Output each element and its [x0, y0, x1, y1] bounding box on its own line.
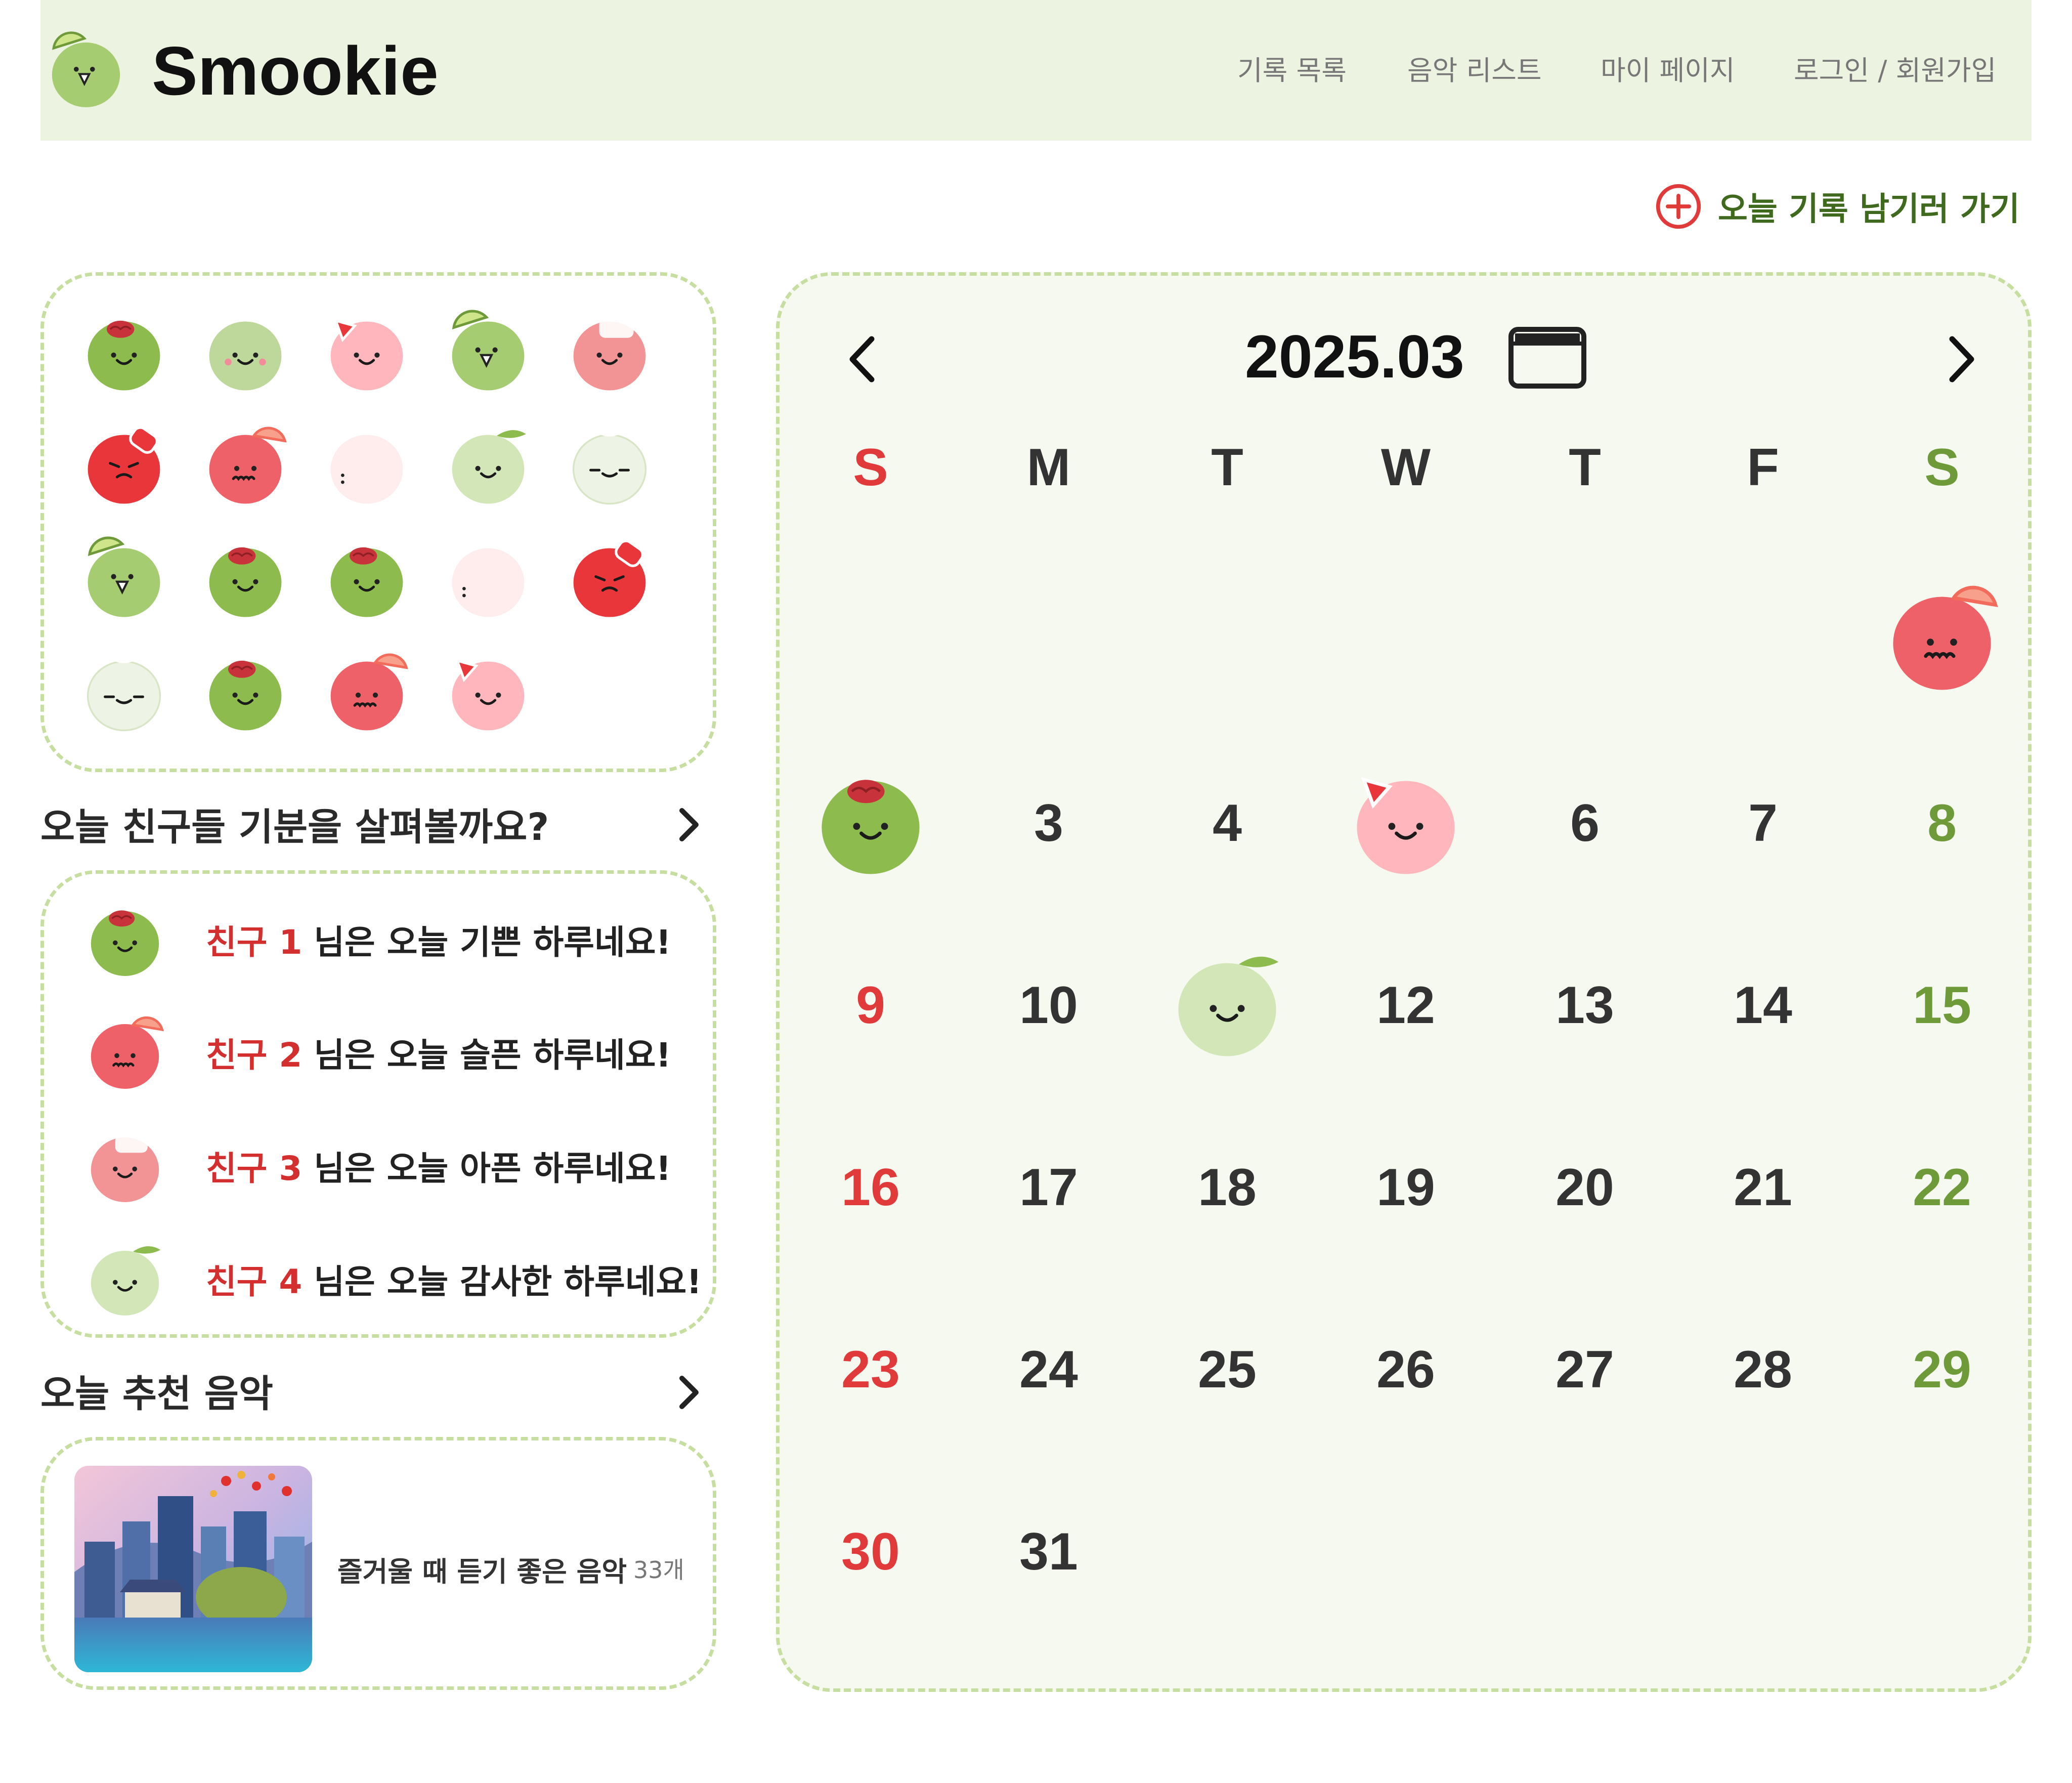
calendar-day-19[interactable]: 19 [1345, 1157, 1466, 1218]
weekday-header: S [853, 438, 888, 497]
calendar-day-29[interactable]: 29 [1881, 1339, 2003, 1400]
weekday-header: F [1747, 438, 1779, 497]
nav-music-list[interactable]: 음악 리스트 [1407, 51, 1542, 91]
friend-mood-text: 님은 오늘 기쁜 하루네요! [302, 923, 671, 962]
day-5-mood-strawberry-icon[interactable] [1348, 763, 1464, 880]
calendar-day-23[interactable]: 23 [810, 1339, 931, 1400]
calendar-day-10[interactable]: 10 [988, 975, 1109, 1036]
friends-mood-panel: 친구 1 님은 오늘 기쁜 하루네요! 친구 2 님은 오늘 슬픈 하루네요! … [40, 870, 716, 1338]
friend-row[interactable]: 친구 1 님은 오늘 기쁜 하루네요! [84, 897, 671, 983]
calendar-day-3[interactable]: 3 [988, 793, 1109, 854]
mood-peaceful-icon[interactable] [567, 422, 653, 508]
calendar-day-18[interactable]: 18 [1167, 1157, 1288, 1218]
add-record-label: 오늘 기록 남기러 가기 [1718, 191, 2020, 228]
nav-login-signup[interactable]: 로그인 / 회원가입 [1794, 51, 1996, 91]
day-11-mood-thankful-icon[interactable] [1169, 946, 1285, 1062]
friend-mood-text: 님은 오늘 아픈 하루네요! [302, 1149, 671, 1188]
mood-happy-icon[interactable] [202, 649, 288, 735]
smookie-logo-icon[interactable] [43, 30, 129, 111]
calendar-day-27[interactable]: 27 [1524, 1339, 1646, 1400]
weekday-header: S [1924, 438, 1960, 497]
friend-name: 친구 1 [206, 923, 303, 962]
calendar-day-21[interactable]: 21 [1702, 1157, 1824, 1218]
nav-my-page[interactable]: 마이 페이지 [1601, 51, 1735, 91]
app-title[interactable]: Smookie [152, 25, 439, 116]
calendar-day-7[interactable]: 7 [1702, 793, 1824, 854]
music-playlist-title[interactable]: 즐거울 때 듣기 좋은 음악 [337, 1549, 627, 1589]
calendar-picker-icon[interactable] [1508, 326, 1587, 389]
album-cover-image[interactable] [74, 1466, 312, 1672]
friend-row[interactable]: 친구 2 님은 오늘 슬픈 하루네요! [84, 1009, 671, 1095]
calendar-day-25[interactable]: 25 [1167, 1339, 1288, 1400]
nav-record-list[interactable]: 기록 목록 [1237, 51, 1347, 91]
add-record-button[interactable]: 오늘 기록 남기러 가기 [1654, 181, 2020, 232]
mood-calendar: 2025.03 S M T W T F S 3 4 6 7 8 9 10 12 13 14 15 16 17 18 19 2… [776, 272, 2032, 1692]
friend-mood-icon [84, 899, 165, 980]
weekday-header: T [1211, 438, 1243, 497]
friend-name: 친구 2 [206, 1036, 303, 1075]
friend-row[interactable]: 친구 4 님은 오늘 감사한 하루네요! [84, 1236, 702, 1322]
calendar-month-label: 2025.03 [1245, 323, 1464, 391]
plus-circle-icon [1656, 184, 1701, 229]
friend-name: 친구 3 [206, 1149, 303, 1188]
friend-mood-icon [84, 1012, 165, 1093]
mood-angry-icon[interactable] [81, 422, 167, 508]
weekday-header: T [1569, 438, 1601, 497]
mood-lime-icon[interactable] [445, 309, 531, 395]
calendar-day-9[interactable]: 9 [810, 975, 931, 1036]
friends-more-chevron-icon[interactable] [673, 804, 703, 845]
mood-happy-icon[interactable] [202, 535, 288, 621]
mood-thankful-icon[interactable] [445, 422, 531, 508]
calendar-day-13[interactable]: 13 [1524, 975, 1646, 1036]
friend-row[interactable]: 친구 3 님은 오늘 아픈 하루네요! [84, 1123, 671, 1209]
calendar-day-8[interactable]: 8 [1881, 793, 2003, 854]
calendar-day-26[interactable]: 26 [1345, 1339, 1466, 1400]
calendar-day-14[interactable]: 14 [1702, 975, 1824, 1036]
calendar-day-17[interactable]: 17 [988, 1157, 1109, 1218]
calendar-day-30[interactable]: 30 [810, 1521, 931, 1582]
mood-faint-icon[interactable] [324, 422, 410, 508]
day-1-mood-grapefruit-icon[interactable] [1884, 579, 2000, 696]
calendar-day-20[interactable]: 20 [1524, 1157, 1646, 1218]
mood-strawberry-icon[interactable] [445, 649, 531, 735]
music-track-count: 33개 [633, 1556, 684, 1584]
calendar-day-16[interactable]: 16 [810, 1157, 931, 1218]
day-2-mood-happy-icon[interactable] [812, 763, 929, 880]
calendar-day-15[interactable]: 15 [1881, 975, 2003, 1036]
calendar-day-22[interactable]: 22 [1881, 1157, 2003, 1218]
mood-grapefruit-icon[interactable] [202, 422, 288, 508]
friend-mood-icon [84, 1125, 165, 1206]
friend-name: 친구 4 [206, 1262, 303, 1301]
friend-mood-icon [84, 1239, 165, 1320]
next-month-chevron-icon[interactable] [1938, 329, 1983, 390]
calendar-day-6[interactable]: 6 [1524, 793, 1646, 854]
calendar-day-31[interactable]: 31 [988, 1521, 1109, 1582]
recommended-music-panel: 즐거울 때 듣기 좋은 음악 33개 [40, 1437, 716, 1690]
mood-collection-panel [40, 272, 716, 772]
mood-peaceful-icon[interactable] [81, 649, 167, 735]
mood-calm-icon[interactable] [202, 309, 288, 395]
calendar-day-4[interactable]: 4 [1167, 793, 1288, 854]
mood-happy-icon[interactable] [324, 535, 410, 621]
friend-mood-text: 님은 오늘 슬픈 하루네요! [302, 1036, 671, 1075]
mood-grapefruit-icon[interactable] [324, 649, 410, 735]
mood-angry-icon[interactable] [567, 535, 653, 621]
mood-strawberry-icon[interactable] [324, 309, 410, 395]
calendar-day-12[interactable]: 12 [1345, 975, 1466, 1036]
mood-faint-icon[interactable] [445, 535, 531, 621]
weekday-header: W [1380, 438, 1431, 497]
calendar-day-28[interactable]: 28 [1702, 1339, 1824, 1400]
mood-lime-icon[interactable] [81, 535, 167, 621]
friends-section-title: 오늘 친구들 기분을 살펴볼까요? [40, 805, 549, 849]
prev-month-chevron-icon[interactable] [840, 329, 886, 390]
mood-happy-icon[interactable] [81, 309, 167, 395]
weekday-header: M [1026, 438, 1071, 497]
mood-sick-icon[interactable] [567, 309, 653, 395]
music-more-chevron-icon[interactable] [673, 1372, 703, 1413]
friend-mood-text: 님은 오늘 감사한 하루네요! [302, 1262, 702, 1301]
music-section-title: 오늘 추천 음악 [40, 1372, 274, 1416]
calendar-day-24[interactable]: 24 [988, 1339, 1109, 1400]
